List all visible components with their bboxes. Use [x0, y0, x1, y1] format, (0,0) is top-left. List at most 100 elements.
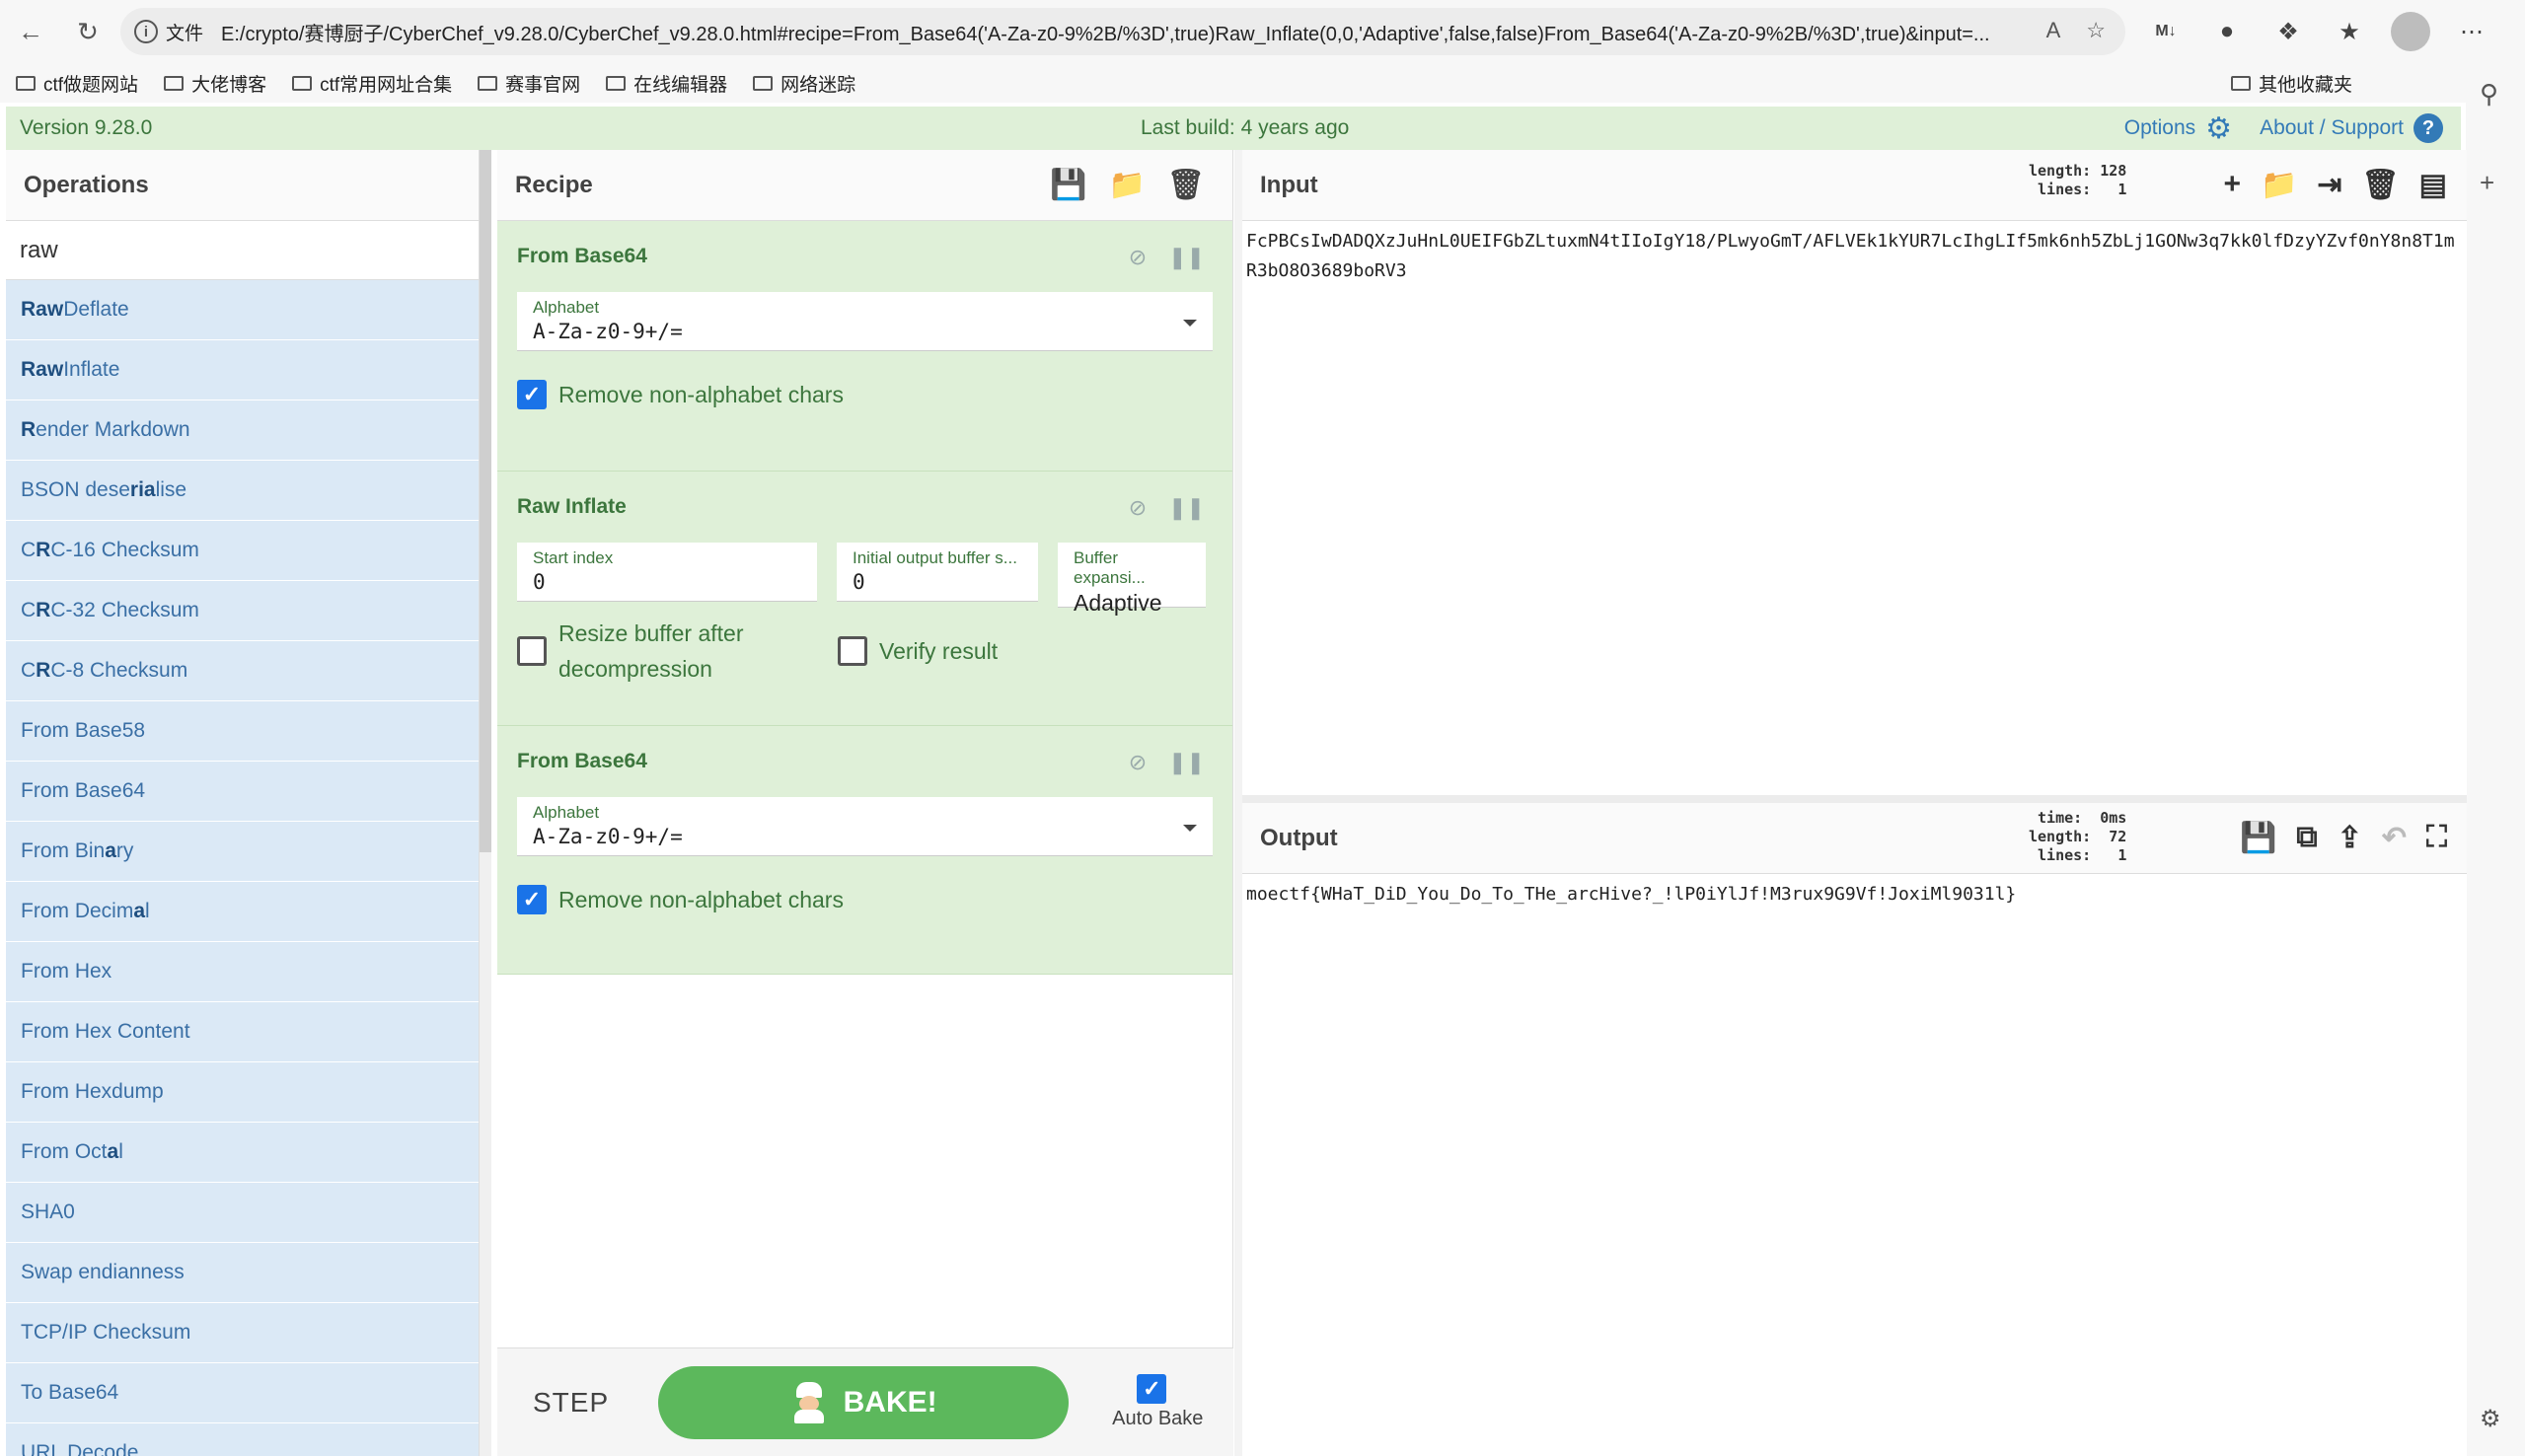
verify-result-checkbox[interactable]: Verify result	[838, 608, 998, 694]
auto-bake-checkbox[interactable]: ✓ Auto Bake	[1112, 1374, 1203, 1430]
maximize-icon[interactable]: ⛶	[2426, 821, 2447, 855]
recipe-op-from-base64[interactable]: From Base64 ⊘ ❚❚ Alphabet A-Za-z0-9+/= ✓…	[497, 221, 1232, 472]
start-index-input[interactable]: Start index 0	[517, 543, 817, 602]
folder-icon	[753, 75, 774, 91]
bake-button[interactable]: BAKE!	[658, 1365, 1070, 1439]
url-text[interactable]: E:/crypto/赛博厨子/CyberChef_v9.28.0/CyberCh…	[221, 18, 2125, 46]
io-resizer[interactable]	[1242, 795, 2467, 803]
folder-open-icon[interactable]: 📁	[1109, 168, 1146, 202]
operation-item[interactable]: C R C-16 Checksum	[6, 521, 479, 581]
read-aloud-icon[interactable]: A	[2046, 18, 2061, 43]
trash-icon[interactable]: 🗑	[1167, 168, 1205, 202]
open-folder-icon[interactable]: 📁	[2261, 168, 2297, 202]
add-tab-icon[interactable]: +	[2224, 168, 2242, 202]
banner: Version 9.28.0 Last build: 4 years ago O…	[6, 107, 2461, 150]
operation-item[interactable]: SHA0	[6, 1183, 479, 1243]
save-output-icon[interactable]: 💾	[2240, 821, 2276, 855]
op-title: From Base64	[517, 245, 647, 267]
operation-item[interactable]: To Base64	[6, 1363, 479, 1423]
operation-item[interactable]: C R C-32 Checksum	[6, 581, 479, 641]
replace-input-icon[interactable]: ⇪	[2338, 821, 2362, 855]
operation-item[interactable]: From Hex	[6, 942, 479, 1002]
extension-circle-icon[interactable]: ●	[2207, 12, 2247, 51]
pane-resizer[interactable]	[1234, 150, 1242, 1456]
back-icon[interactable]: ←	[12, 13, 49, 50]
checkbox-unchecked-icon[interactable]	[517, 636, 547, 666]
step-button[interactable]: STEP	[533, 1387, 609, 1419]
disable-icon[interactable]: ⊘	[1129, 495, 1147, 521]
operation-item[interactable]: From Base58	[6, 701, 479, 762]
undo-icon[interactable]: ↶	[2382, 821, 2407, 855]
initial-buffer-input[interactable]: Initial output buffer s... 0	[837, 543, 1038, 602]
pause-icon[interactable]: ❚❚	[1168, 750, 1205, 775]
operation-item[interactable]: TCP/IP Checksum	[6, 1303, 479, 1363]
checkbox-unchecked-icon[interactable]	[838, 636, 867, 666]
operation-item[interactable]: From Oct a l	[6, 1123, 479, 1183]
operation-item[interactable]: From Decim a l	[6, 882, 479, 942]
clear-input-icon[interactable]: 🗑	[2362, 168, 2400, 202]
bookmark-folder[interactable]: ctf常用网址合集	[292, 70, 452, 97]
pause-icon[interactable]: ❚❚	[1168, 245, 1205, 270]
remove-nonalphabet-checkbox[interactable]: ✓ Remove non-alphabet chars	[517, 856, 1213, 943]
operation-item[interactable]: From Base64	[6, 762, 479, 822]
input-header: Input length: 128 lines: 1 + 📁 ⇥ 🗑 ▤	[1242, 150, 2467, 221]
operation-item[interactable]: Raw Inflate	[6, 340, 479, 400]
remove-nonalphabet-checkbox[interactable]: ✓ Remove non-alphabet chars	[517, 351, 1213, 438]
bookmark-folder[interactable]: 大佬博客	[164, 70, 266, 97]
output-text[interactable]: moectf{WHaT_DiD_You_Do_To_THe_arcHive?_!…	[1242, 874, 2467, 915]
more-menu-icon[interactable]: ⋯	[2452, 12, 2491, 51]
save-icon[interactable]: 💾	[1050, 168, 1086, 202]
browser-sidebar: ⚲ + ⚙	[2466, 63, 2525, 1456]
operations-search-input[interactable]: raw	[6, 221, 479, 280]
bookmark-folder[interactable]: 在线编辑器	[606, 70, 727, 97]
address-bar[interactable]: i 文件 E:/crypto/赛博厨子/CyberChef_v9.28.0/Cy…	[120, 8, 2125, 55]
search-icon[interactable]: ⚲	[2480, 79, 2498, 109]
about-link[interactable]: About / Support	[2260, 116, 2404, 140]
bookmark-folder[interactable]: 网络迷踪	[753, 70, 855, 97]
info-icon[interactable]: i	[134, 20, 158, 43]
operation-item[interactable]: From Bin a ry	[6, 822, 479, 882]
profile-avatar[interactable]	[2391, 12, 2430, 51]
pause-icon[interactable]: ❚❚	[1168, 495, 1205, 521]
checkbox-checked-icon[interactable]: ✓	[517, 380, 547, 409]
disable-icon[interactable]: ⊘	[1129, 245, 1147, 270]
resize-buffer-checkbox[interactable]: Resize buffer after decompression	[517, 608, 838, 694]
input-textarea[interactable]: FcPBCsIwDADQXzJuHnL0UEIFGbZLtuxmN4tIIoIg…	[1242, 221, 2467, 292]
operation-item[interactable]: Raw Deflate	[6, 280, 479, 340]
build-text: Last build: 4 years ago	[1141, 116, 1350, 139]
star-icon[interactable]: ☆	[2086, 18, 2106, 43]
alphabet-select[interactable]: Alphabet A-Za-z0-9+/=	[517, 292, 1213, 351]
extension-md-icon[interactable]: M↓	[2146, 12, 2186, 51]
operation-item[interactable]: Swap endianness	[6, 1243, 479, 1303]
buffer-expansion-select[interactable]: Buffer expansi... Adaptive	[1058, 543, 1206, 616]
operation-item[interactable]: BSON dese ria lise	[6, 461, 479, 521]
add-icon[interactable]: +	[2480, 168, 2494, 198]
layout-icon[interactable]: ▤	[2419, 168, 2447, 202]
gear-icon[interactable]: ⚙	[2205, 111, 2232, 146]
operation-item[interactable]: From Hex Content	[6, 1002, 479, 1062]
disable-icon[interactable]: ⊘	[1129, 750, 1147, 775]
copy-icon[interactable]: ⧉	[2296, 821, 2317, 855]
operation-item[interactable]: From Hexdump	[6, 1062, 479, 1123]
bookmark-folder[interactable]: 赛事官网	[478, 70, 580, 97]
settings-icon[interactable]: ⚙	[2480, 1405, 2501, 1433]
alphabet-select[interactable]: Alphabet A-Za-z0-9+/=	[517, 797, 1213, 856]
recipe-op-raw-inflate[interactable]: Raw Inflate ⊘ ❚❚ Start index 0 Initial o…	[497, 472, 1232, 726]
checkbox-checked-icon[interactable]: ✓	[517, 885, 547, 914]
recipe-op-from-base64[interactable]: From Base64 ⊘ ❚❚ Alphabet A-Za-z0-9+/= ✓…	[497, 726, 1232, 975]
bookmark-folder[interactable]: ctf做题网站	[16, 70, 138, 97]
operations-scrollbar[interactable]	[480, 150, 491, 1456]
other-bookmarks[interactable]: 其他收藏夹	[2230, 70, 2352, 97]
favorites-icon[interactable]: ★	[2330, 12, 2369, 51]
operation-item[interactable]: Render Markdown	[6, 400, 479, 461]
scrollbar-thumb[interactable]	[480, 150, 491, 852]
open-file-icon[interactable]: ⇥	[2317, 168, 2341, 202]
extensions-icon[interactable]: ❖	[2268, 12, 2308, 51]
reload-icon[interactable]: ↻	[69, 13, 107, 50]
recipe-pane: Recipe 💾 📁 🗑 From Base64 ⊘ ❚❚ Alphabet A…	[497, 150, 1233, 1456]
help-icon[interactable]: ?	[2414, 113, 2443, 143]
checkbox-checked-icon[interactable]: ✓	[1137, 1374, 1167, 1404]
operation-item[interactable]: C R C-8 Checksum	[6, 641, 479, 701]
options-link[interactable]: Options	[2124, 116, 2195, 140]
operation-item[interactable]: URL Decode	[6, 1423, 479, 1456]
